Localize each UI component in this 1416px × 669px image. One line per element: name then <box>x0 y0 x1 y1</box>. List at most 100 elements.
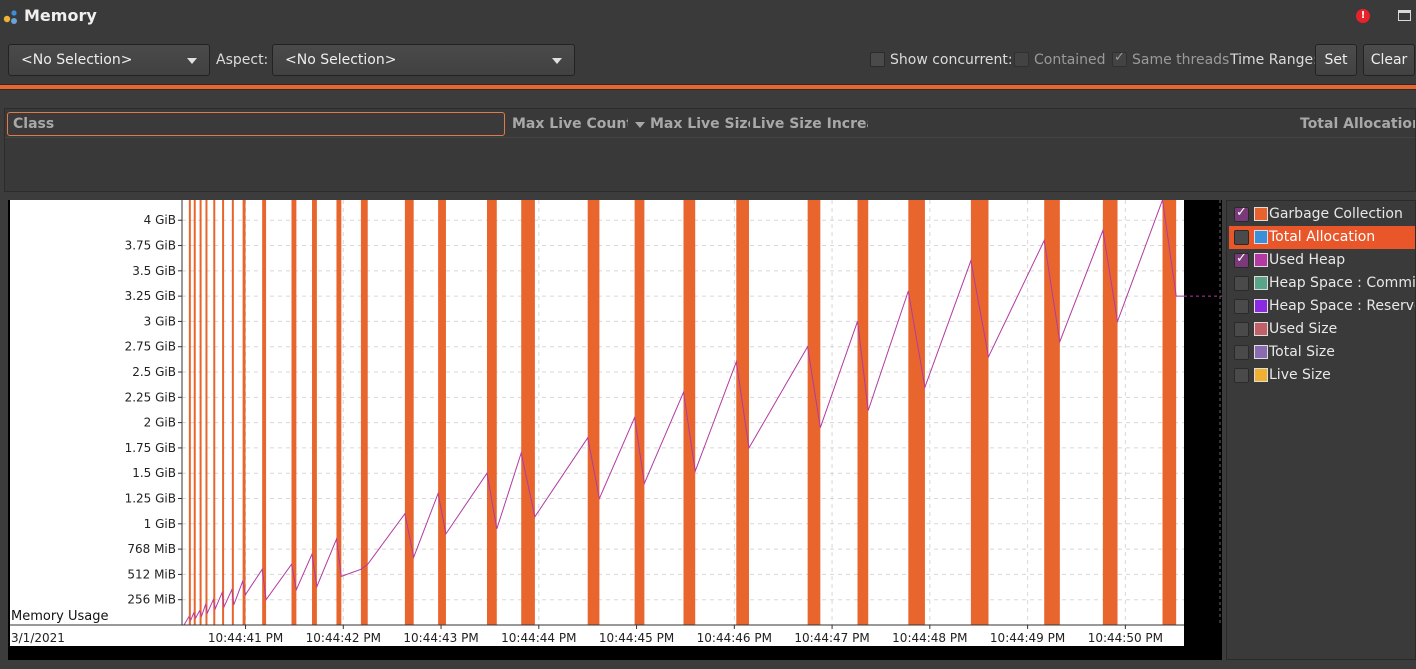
legend-checkbox[interactable] <box>1234 368 1249 383</box>
legend-item-garbage-collection[interactable]: ✓ Garbage Collection <box>1229 203 1415 226</box>
legend-checkbox[interactable] <box>1234 276 1249 291</box>
legend-checkbox[interactable] <box>1234 299 1249 314</box>
time-range-fill <box>0 85 1416 89</box>
legend-checkbox[interactable]: ✓ <box>1234 251 1249 268</box>
y-axis-title: Memory Usage <box>11 609 109 624</box>
legend-item-used-size[interactable]: Used Size <box>1229 318 1415 341</box>
x-tick-label: 10:44:48 PM <box>892 631 967 645</box>
gc-event-bar <box>291 200 297 625</box>
legend-item-total-allocation[interactable]: Total Allocation <box>1229 226 1415 249</box>
legend-item-label: Used Heap <box>1269 252 1346 268</box>
show-concurrent-checkbox[interactable] <box>870 52 885 67</box>
y-tick-label: 2.25 GiB <box>125 390 176 404</box>
legend-item-heap-space-reserved[interactable]: Heap Space : Reserved <box>1229 295 1415 318</box>
gc-event-bar <box>404 200 414 625</box>
gc-event-bar <box>360 200 368 625</box>
legend-checkbox[interactable] <box>1234 322 1249 337</box>
gc-event-bar <box>242 200 246 625</box>
date-label: 3/1/2021 <box>11 631 65 645</box>
gc-event-bar <box>438 200 446 625</box>
y-tick-label: 256 MiB <box>127 593 176 607</box>
gc-event-bar <box>587 200 600 625</box>
gc-event-bar <box>205 200 208 625</box>
gc-event-bar <box>1162 200 1177 625</box>
legend-color-swatch <box>1254 207 1268 221</box>
legend-item-used-heap[interactable]: ✓ Used Heap <box>1229 249 1415 272</box>
gc-event-bar <box>193 200 196 625</box>
clear-button[interactable]: Clear <box>1363 44 1415 76</box>
legend-color-swatch <box>1254 253 1268 267</box>
toolbar: <No Selection> Aspect: <No Selection> Sh… <box>0 34 1416 86</box>
column-header-max-live-size[interactable]: Max Live Size <box>650 116 750 132</box>
selection-dropdown[interactable]: <No Selection> <box>8 44 210 76</box>
memory-usage-chart[interactable]: 256 MiB 512 MiB 768 MiB 1 GiB 1.25 GiB 1.5 Gi… <box>8 200 1222 660</box>
legend-color-swatch <box>1254 322 1268 336</box>
gc-event-bar <box>683 200 696 625</box>
contained-label: Contained <box>1034 52 1106 68</box>
y-tick-label: 3.75 GiB <box>125 239 176 253</box>
window-title: Memory <box>24 6 97 25</box>
x-tick-label: 10:44:46 PM <box>697 631 772 645</box>
time-range-label: Time Range: <box>1230 52 1318 68</box>
y-tick-label: 3.25 GiB <box>125 289 176 303</box>
y-tick-label: 2.5 GiB <box>132 365 176 379</box>
legend-item-label: Live Size <box>1269 367 1331 383</box>
set-button[interactable]: Set <box>1315 44 1357 76</box>
legend-item-live-size[interactable]: Live Size <box>1229 364 1415 387</box>
x-tick-label: 10:44:47 PM <box>794 631 869 645</box>
legend-item-label: Heap Space : Committed <box>1269 275 1415 291</box>
chart-legend: ✓ Garbage Collection Total Allocation ✓ Used… <box>1226 200 1416 660</box>
chart-svg[interactable]: 256 MiB 512 MiB 768 MiB 1 GiB 1.25 GiB 1.5 Gi… <box>8 200 1222 660</box>
chevron-down-icon <box>187 58 197 64</box>
y-tick-label: 3 GiB <box>144 314 176 328</box>
class-filter-input[interactable]: Class <box>7 112 505 136</box>
sort-descending-icon <box>635 122 645 128</box>
legend-item-label: Total Allocation <box>1269 229 1376 245</box>
memory-window: Memory ! <No Selection> Aspect: <No Sele… <box>0 0 1416 669</box>
y-tick-label: 768 MiB <box>127 542 176 556</box>
y-tick-label: 2.75 GiB <box>125 340 176 354</box>
gc-event-bar <box>807 200 821 625</box>
column-header-live-size-increase[interactable]: Live Size Increas <box>752 116 868 132</box>
chart-bottom-strip <box>8 646 1222 660</box>
same-threads-checkbox[interactable]: ✓ <box>1112 50 1127 67</box>
legend-checkbox[interactable]: ✓ <box>1234 205 1249 222</box>
legend-color-swatch <box>1254 276 1268 290</box>
gc-event-bar <box>970 200 989 625</box>
y-tick-label: 1.25 GiB <box>125 492 176 506</box>
x-tick-label: 10:44:44 PM <box>501 631 576 645</box>
contained-checkbox[interactable] <box>1014 52 1029 67</box>
checkmark-icon: ✓ <box>1236 205 1247 220</box>
y-tick-label: 512 MiB <box>127 567 176 581</box>
gc-event-bar <box>521 200 535 625</box>
x-tick-label: 10:44:41 PM <box>208 631 283 645</box>
legend-item-label: Heap Space : Reserved <box>1269 298 1415 314</box>
aspect-dropdown[interactable]: <No Selection> <box>272 44 575 76</box>
legend-checkbox[interactable] <box>1234 230 1249 245</box>
gc-event-bar <box>1102 200 1118 625</box>
y-tick-label: 1 GiB <box>144 517 176 531</box>
gc-event-bar <box>736 200 749 625</box>
memory-app-icon <box>3 10 17 24</box>
error-indicator-icon[interactable]: ! <box>1356 9 1370 23</box>
class-table: Class Max Live Count Max Live Size Live … <box>4 108 1416 192</box>
view-menu-icon[interactable] <box>1398 10 1411 21</box>
legend-item-heap-space-committed[interactable]: Heap Space : Committed <box>1229 272 1415 295</box>
gc-event-bar <box>908 200 925 625</box>
legend-color-swatch <box>1254 345 1268 359</box>
gc-event-bar <box>199 200 202 625</box>
aspect-label: Aspect: <box>216 52 269 68</box>
column-header-total-allocation[interactable]: Total Allocation <box>1300 116 1415 132</box>
legend-item-label: Used Size <box>1269 321 1338 337</box>
column-header-max-live-count[interactable]: Max Live Count <box>512 116 628 132</box>
legend-item-label: Total Size <box>1269 344 1335 360</box>
checkmark-icon: ✓ <box>1236 251 1247 266</box>
legend-color-swatch <box>1254 230 1268 244</box>
time-range-bar[interactable] <box>0 84 1416 90</box>
selection-dropdown-value: <No Selection> <box>21 52 133 68</box>
legend-checkbox[interactable] <box>1234 345 1249 360</box>
legend-item-total-size[interactable]: Total Size <box>1229 341 1415 364</box>
y-tick-label: 2 GiB <box>144 416 176 430</box>
gc-event-bar <box>222 200 225 625</box>
legend-color-swatch <box>1254 368 1268 382</box>
